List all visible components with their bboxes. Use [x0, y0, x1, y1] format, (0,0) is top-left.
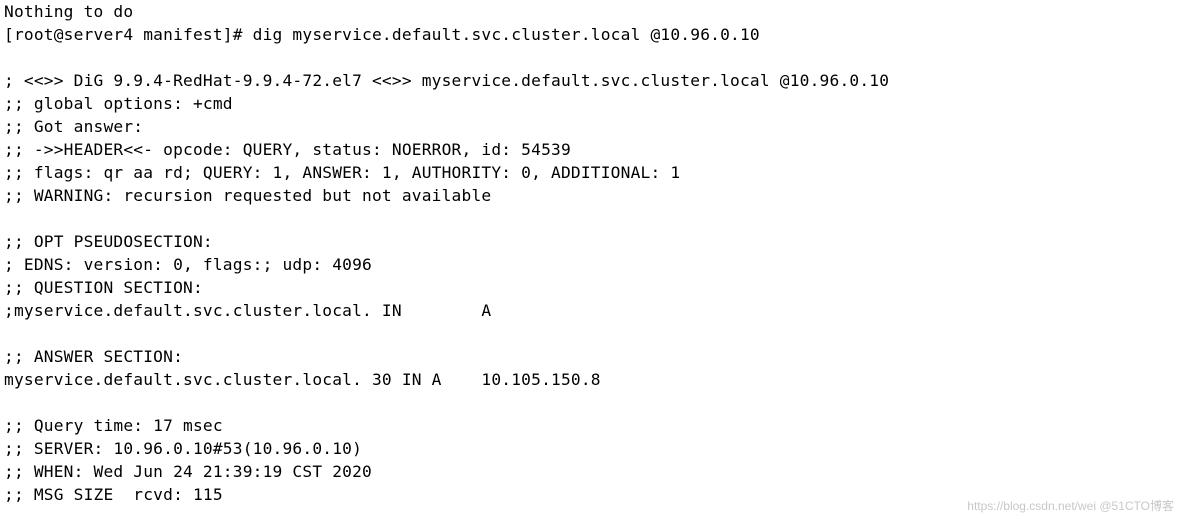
output-line: ;; MSG SIZE rcvd: 115 [4, 485, 223, 504]
output-line: ;; ANSWER SECTION: [4, 347, 183, 366]
output-line: ;; flags: qr aa rd; QUERY: 1, ANSWER: 1,… [4, 163, 680, 182]
output-line: ;; SERVER: 10.96.0.10#53(10.96.0.10) [4, 439, 362, 458]
prompt-line: [root@server4 manifest]# dig myservice.d… [4, 25, 760, 44]
terminal-output[interactable]: Nothing to do [root@server4 manifest]# d… [0, 0, 1184, 506]
output-line: ; <<>> DiG 9.9.4-RedHat-9.9.4-72.el7 <<>… [4, 71, 889, 90]
output-line: ;; OPT PSEUDOSECTION: [4, 232, 213, 251]
output-line: ;; WHEN: Wed Jun 24 21:39:19 CST 2020 [4, 462, 372, 481]
output-line: ;; WARNING: recursion requested but not … [4, 186, 491, 205]
output-line: ;; Query time: 17 msec [4, 416, 223, 435]
output-line: Nothing to do [4, 2, 133, 21]
output-line: ;; global options: +cmd [4, 94, 233, 113]
output-line: ;; ->>HEADER<<- opcode: QUERY, status: N… [4, 140, 571, 159]
output-line: ;; Got answer: [4, 117, 143, 136]
output-line: ;myservice.default.svc.cluster.local. IN… [4, 301, 491, 320]
output-line: ;; QUESTION SECTION: [4, 278, 203, 297]
output-line: myservice.default.svc.cluster.local. 30 … [4, 370, 601, 389]
output-line: ; EDNS: version: 0, flags:; udp: 4096 [4, 255, 372, 274]
